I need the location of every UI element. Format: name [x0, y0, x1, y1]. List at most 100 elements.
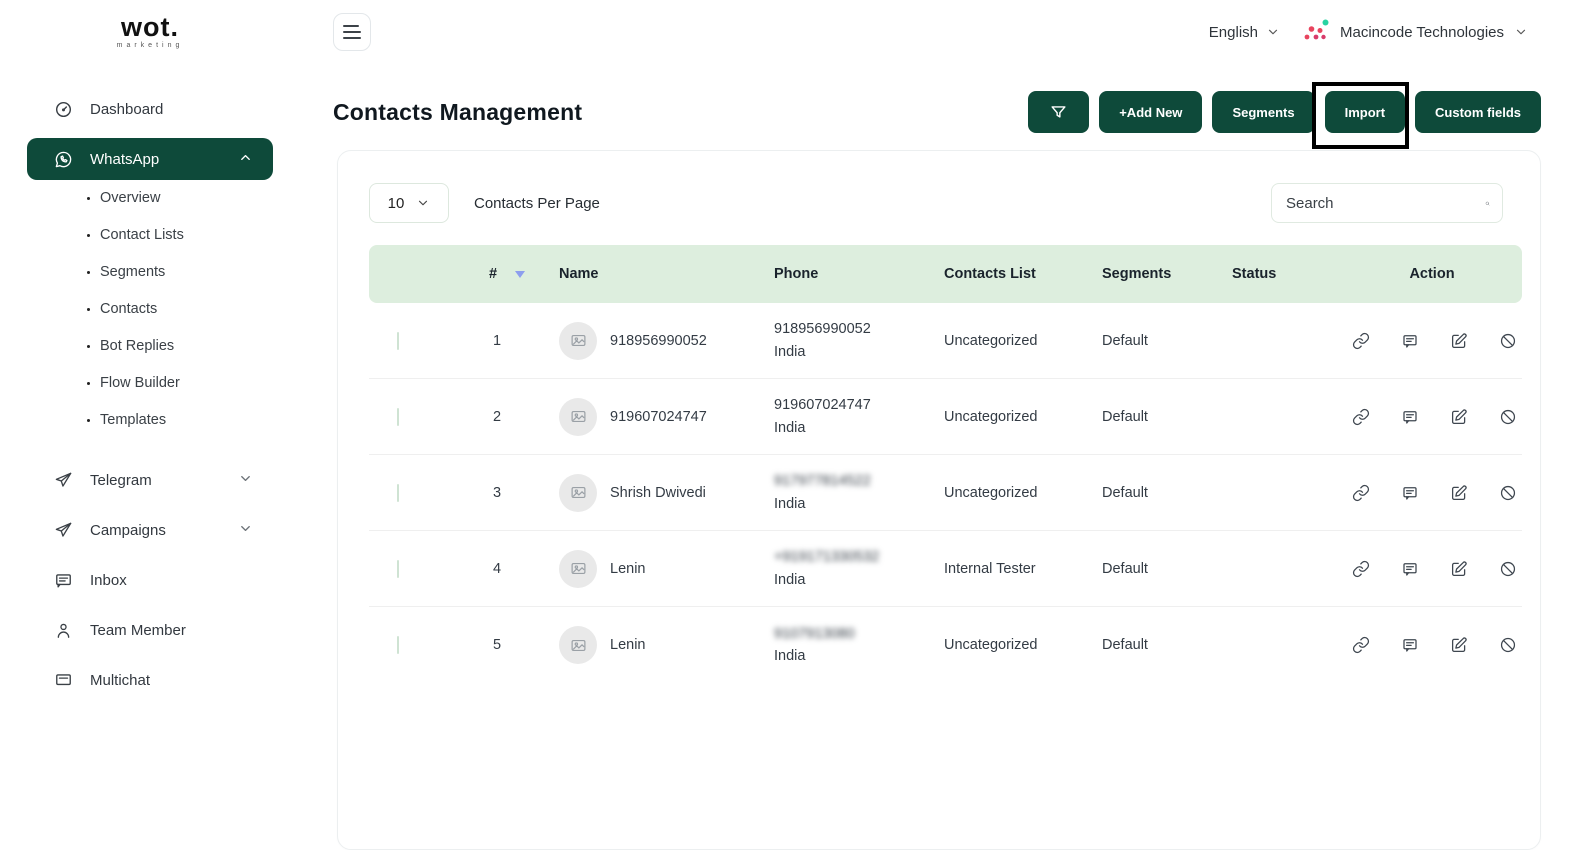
block-icon[interactable] — [1499, 636, 1517, 654]
link-icon[interactable] — [1352, 560, 1370, 578]
contact-name: Lenin — [610, 637, 646, 653]
contact-name: 919607024747 — [610, 408, 707, 425]
inbox-icon — [56, 573, 71, 588]
custom-fields-button[interactable]: Custom fields — [1415, 91, 1541, 133]
whatsapp-icon — [55, 151, 72, 167]
search-input[interactable] — [1286, 194, 1485, 212]
phone-country: India — [774, 571, 806, 588]
table-row: 3 Shrish Dwivedi 917977814522 India Unca… — [369, 455, 1522, 531]
import-button[interactable]: Import — [1324, 91, 1406, 133]
whatsapp-submenu-item[interactable]: Bot Replies — [100, 338, 300, 375]
row-checkbox[interactable] — [397, 407, 399, 426]
add-new-button[interactable]: +Add New — [1099, 91, 1203, 133]
avatar — [559, 549, 597, 588]
row-number: 5 — [493, 637, 502, 653]
contacts-list-value: Uncategorized — [944, 332, 1038, 349]
block-icon[interactable] — [1499, 560, 1517, 578]
chevron-down-icon — [1516, 29, 1526, 35]
segment-value: Default — [1102, 560, 1148, 577]
contact-name: Lenin — [610, 560, 646, 577]
chevron-down-icon[interactable] — [238, 521, 253, 540]
language-selector[interactable]: English — [1209, 24, 1280, 41]
whatsapp-submenu-item[interactable]: Overview — [100, 190, 300, 227]
company-logo-icon — [1304, 19, 1329, 40]
contact-name: 918956990052 — [610, 332, 707, 349]
search-icon[interactable] — [1485, 195, 1490, 212]
message-icon[interactable] — [1401, 560, 1419, 578]
phone-number: 9107913080 — [774, 625, 855, 642]
sidebar-item-label: Dashboard — [90, 100, 164, 118]
multichat-icon — [56, 673, 71, 685]
edit-icon[interactable] — [1450, 636, 1468, 654]
sidebar-item-label: Multichat — [90, 671, 151, 689]
search-box — [1271, 183, 1503, 223]
link-icon[interactable] — [1352, 408, 1370, 426]
phone-country: India — [774, 343, 806, 360]
block-icon[interactable] — [1499, 332, 1517, 350]
filter-button[interactable] — [1028, 91, 1090, 133]
row-number: 4 — [493, 560, 502, 577]
message-icon[interactable] — [1401, 484, 1419, 502]
edit-icon[interactable] — [1450, 484, 1468, 502]
sidebar-item-whatsapp[interactable]: WhatsApp — [27, 138, 273, 180]
edit-icon[interactable] — [1450, 408, 1468, 426]
avatar — [559, 321, 597, 360]
toolbar: +Add New Segments Import Custom fields — [1028, 82, 1541, 149]
sidebar-item-campaigns[interactable]: Campaigns — [27, 509, 273, 551]
per-page-value: 10 — [387, 194, 405, 212]
chevron-up-icon[interactable] — [238, 150, 253, 169]
chevron-down-icon — [419, 200, 428, 206]
segment-value: Default — [1102, 484, 1148, 501]
per-page-label: Contacts Per Page — [474, 194, 600, 212]
message-icon[interactable] — [1401, 636, 1419, 654]
phone-country: India — [774, 419, 806, 436]
brand-tagline: marketing — [116, 42, 184, 49]
message-icon[interactable] — [1401, 408, 1419, 426]
block-icon[interactable] — [1499, 408, 1517, 426]
row-checkbox[interactable] — [397, 483, 399, 502]
segments-button[interactable]: Segments — [1212, 91, 1315, 133]
sidebar-nav: Dashboard WhatsApp Overview Contact List… — [0, 88, 300, 701]
whatsapp-submenu-item[interactable]: Templates — [100, 412, 300, 449]
account-menu[interactable]: Macincode Technologies — [1302, 18, 1528, 46]
sort-descending-icon[interactable] — [515, 270, 526, 278]
whatsapp-submenu-item[interactable]: Contacts — [100, 301, 300, 338]
table-header: # Name Phone Contacts List Segments Stat… — [369, 245, 1522, 303]
table-body: 1 918956990052 918956990052 India Uncate… — [338, 303, 1540, 683]
link-icon[interactable] — [1352, 636, 1370, 654]
edit-icon[interactable] — [1450, 560, 1468, 578]
message-icon[interactable] — [1401, 332, 1419, 350]
row-number: 2 — [493, 408, 502, 425]
sidebar-item-dashboard[interactable]: Dashboard — [27, 88, 273, 130]
row-checkbox[interactable] — [397, 331, 399, 350]
link-icon[interactable] — [1352, 484, 1370, 502]
per-page-select[interactable]: 10 — [369, 183, 449, 223]
sidebar-item-multichat[interactable]: Multichat — [27, 659, 273, 701]
chevron-down-icon[interactable] — [238, 471, 253, 490]
phone-number: 917977814522 — [774, 473, 871, 490]
col-status: Status — [1232, 266, 1277, 282]
block-icon[interactable] — [1499, 484, 1517, 502]
contacts-list-value: Internal Tester — [944, 560, 1036, 577]
row-checkbox[interactable] — [397, 559, 399, 578]
edit-icon[interactable] — [1450, 332, 1468, 350]
whatsapp-submenu-item[interactable]: Contact Lists — [100, 227, 300, 264]
sidebar-item-team-member[interactable]: Team Member — [27, 609, 273, 651]
col-num: # — [489, 266, 498, 282]
table-row: 4 Lenin +919171330532 India Internal Tes… — [369, 531, 1522, 607]
whatsapp-submenu-item[interactable]: Segments — [100, 264, 300, 301]
whatsapp-submenu-item[interactable]: Flow Builder — [100, 375, 300, 412]
menu-toggle-button[interactable] — [333, 13, 371, 51]
row-checkbox[interactable] — [397, 636, 399, 654]
sidebar-item-inbox[interactable]: Inbox — [27, 559, 273, 601]
link-icon[interactable] — [1352, 332, 1370, 350]
phone-number: +919171330532 — [774, 549, 880, 566]
image-placeholder-icon — [571, 562, 585, 575]
col-contacts-list: Contacts List — [944, 266, 1036, 282]
image-placeholder-icon — [571, 639, 585, 651]
col-name: Name — [559, 266, 599, 282]
col-phone: Phone — [774, 266, 819, 282]
telegram-icon — [55, 472, 72, 487]
table-row: 2 919607024747 919607024747 India Uncate… — [369, 379, 1522, 455]
sidebar-item-telegram[interactable]: Telegram — [27, 459, 273, 501]
